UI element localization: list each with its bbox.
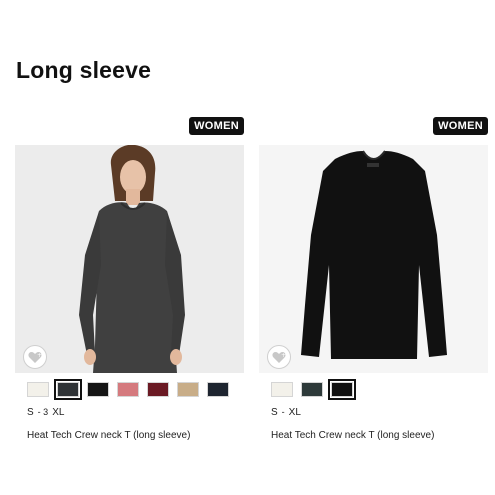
product-card[interactable]: WOMEN + S - XL Heat Tech Crew neck T (lo… bbox=[259, 117, 488, 447]
size-range: S - XL bbox=[271, 407, 301, 418]
size-from: S bbox=[271, 407, 278, 418]
color-swatch-2[interactable] bbox=[87, 382, 109, 397]
size-range: S - 3 XL bbox=[27, 407, 64, 418]
color-swatch-0[interactable] bbox=[271, 382, 293, 397]
svg-text:+: + bbox=[37, 352, 42, 359]
women-badge: WOMEN bbox=[433, 117, 488, 135]
product-image[interactable] bbox=[259, 145, 488, 373]
color-swatch-0[interactable] bbox=[27, 382, 49, 397]
favorite-heart-button[interactable]: + bbox=[267, 345, 291, 369]
size-separator: - bbox=[281, 407, 285, 417]
page-title: Long sleeve bbox=[16, 57, 152, 83]
product-name[interactable]: Heat Tech Crew neck T (long sleeve) bbox=[271, 430, 434, 441]
product-card[interactable]: WOMEN + S - 3 XL Heat Tech Crew neck T (… bbox=[15, 117, 244, 447]
favorite-heart-button[interactable]: + bbox=[23, 345, 47, 369]
color-swatch-3[interactable] bbox=[117, 382, 139, 397]
color-swatches bbox=[27, 379, 229, 400]
color-swatches bbox=[271, 379, 356, 400]
product-name[interactable]: Heat Tech Crew neck T (long sleeve) bbox=[27, 430, 190, 441]
size-from: S bbox=[27, 407, 34, 418]
heart-plus-icon: + bbox=[272, 352, 286, 363]
heart-plus-icon: + bbox=[28, 352, 42, 363]
color-swatch-1[interactable] bbox=[301, 382, 323, 397]
women-badge: WOMEN bbox=[189, 117, 244, 135]
color-swatch-1[interactable] bbox=[54, 379, 82, 400]
svg-text:+: + bbox=[281, 352, 286, 359]
color-swatch-4[interactable] bbox=[147, 382, 169, 397]
size-separator: - 3 bbox=[37, 407, 49, 417]
color-swatch-2[interactable] bbox=[328, 379, 356, 400]
size-to: XL bbox=[52, 407, 65, 418]
color-swatch-5[interactable] bbox=[177, 382, 199, 397]
size-to: XL bbox=[288, 407, 301, 418]
color-swatch-6[interactable] bbox=[207, 382, 229, 397]
product-image[interactable] bbox=[15, 145, 244, 373]
